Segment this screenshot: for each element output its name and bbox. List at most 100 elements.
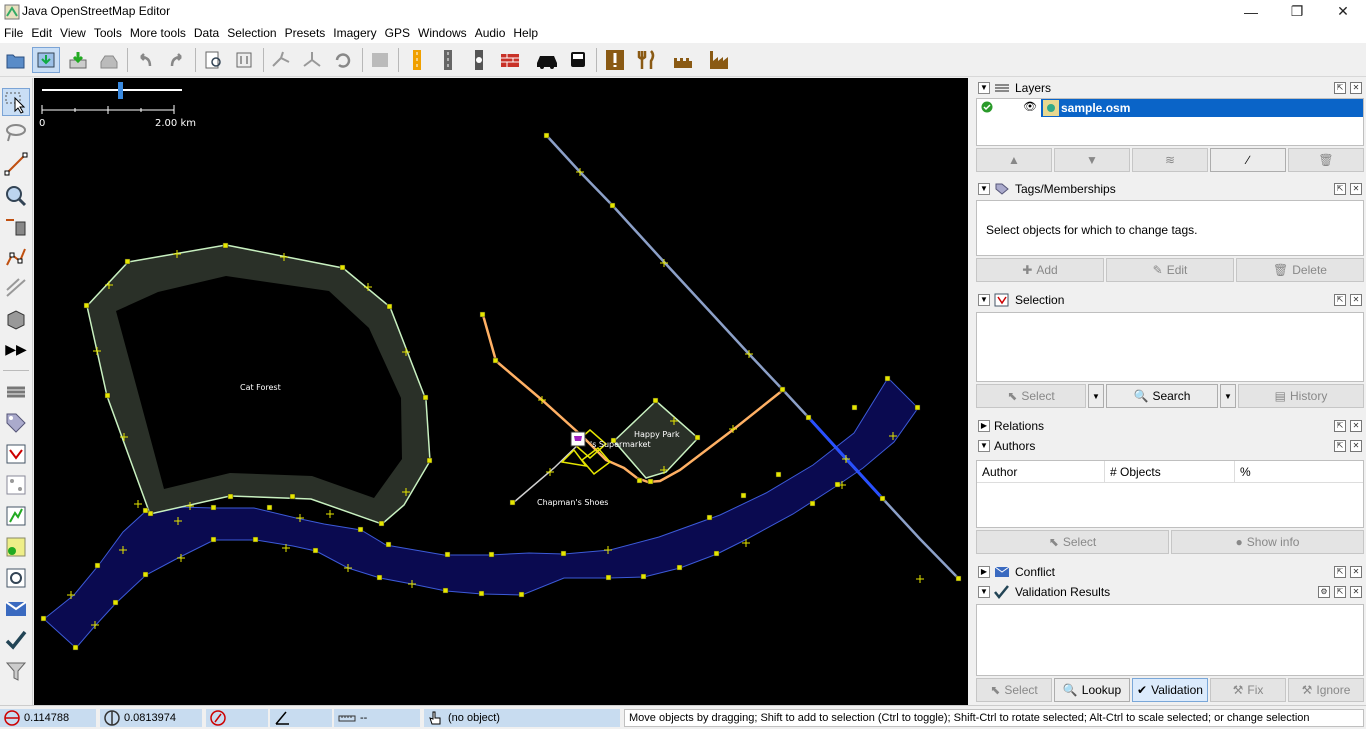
menu-audio[interactable]: Audio xyxy=(471,23,510,43)
collapse-toggle-icon[interactable]: ▼ xyxy=(978,183,990,195)
col-author[interactable]: Author xyxy=(977,461,1105,483)
search-dropdown[interactable]: ▼ xyxy=(1220,384,1236,408)
preset-car-button[interactable] xyxy=(533,47,561,73)
collapse-toggle-icon[interactable]: ▼ xyxy=(978,294,990,306)
validation-list[interactable] xyxy=(976,604,1364,676)
history-button[interactable]: ▤ History xyxy=(1238,384,1364,408)
reverse-way-button[interactable] xyxy=(329,47,357,73)
undo-button[interactable] xyxy=(131,47,159,73)
expand-toggle-icon[interactable]: ▶ xyxy=(978,566,990,578)
detach-icon[interactable]: ⇱ xyxy=(1334,566,1346,578)
toggle-tags-button[interactable] xyxy=(2,409,30,437)
zoom-mode-button[interactable] xyxy=(2,182,30,210)
detach-icon[interactable]: ⇱ xyxy=(1334,420,1346,432)
menu-view[interactable]: View xyxy=(56,23,90,43)
preset-road-button[interactable] xyxy=(434,47,462,73)
toggle-filter-button[interactable] xyxy=(2,564,30,592)
menu-file[interactable]: File xyxy=(0,23,27,43)
visibility-button[interactable]: ∕ xyxy=(1210,148,1286,172)
combine-way-button[interactable] xyxy=(298,47,326,73)
preset-industrial-button[interactable] xyxy=(706,47,734,73)
close-dialog-icon[interactable]: ✕ xyxy=(1350,420,1362,432)
authors-dialog-header[interactable]: ▼ Authors ⇱ ✕ xyxy=(976,436,1364,456)
preferences-button[interactable] xyxy=(230,47,258,73)
supermarket-icon[interactable] xyxy=(570,431,586,447)
zoom-to-data-button[interactable] xyxy=(200,47,228,73)
select-button[interactable]: ⬉ Select xyxy=(976,384,1086,408)
ignore-button[interactable]: ⚒ Ignore xyxy=(1288,678,1364,702)
disabled-tool-button[interactable] xyxy=(366,47,394,73)
relations-dialog-header[interactable]: ▶ Relations ⇱ ✕ xyxy=(976,416,1364,436)
col-objects[interactable]: # Objects xyxy=(1105,461,1235,483)
more-tools-button[interactable]: ▶▶ xyxy=(2,335,30,363)
parallel-way-button[interactable] xyxy=(2,274,30,302)
merge-layer-button[interactable]: ≋ xyxy=(1132,148,1208,172)
selection-dialog-header[interactable]: ▼ Selection ⇱ ✕ xyxy=(976,290,1364,310)
settings-icon[interactable]: ⚙ xyxy=(1318,586,1330,598)
extrude-button[interactable] xyxy=(2,305,30,333)
authors-select-button[interactable]: ⬉ Select xyxy=(976,530,1169,554)
move-down-button[interactable]: ▼ xyxy=(1054,148,1130,172)
close-dialog-icon[interactable]: ✕ xyxy=(1350,183,1362,195)
improve-way-button[interactable] xyxy=(2,243,30,271)
toggle-relations-button[interactable] xyxy=(2,471,30,499)
close-dialog-icon[interactable]: ✕ xyxy=(1350,566,1362,578)
preset-historic-button[interactable] xyxy=(669,47,697,73)
menu-windows[interactable]: Windows xyxy=(414,23,471,43)
close-button[interactable]: ✕ xyxy=(1320,0,1366,23)
tags-dialog-header[interactable]: ▼ Tags/Memberships ⇱ ✕ xyxy=(976,179,1364,199)
map-canvas[interactable] xyxy=(34,78,968,705)
conflict-dialog-header[interactable]: ▶ Conflict ⇱ ✕ xyxy=(976,562,1364,582)
move-up-button[interactable]: ▲ xyxy=(976,148,1052,172)
toggle-changeset-button[interactable] xyxy=(2,533,30,561)
select-mode-button[interactable] xyxy=(2,88,30,116)
menu-tools[interactable]: Tools xyxy=(90,23,126,43)
validation-button[interactable]: ✔ Validation xyxy=(1132,678,1208,702)
detach-icon[interactable]: ⇱ xyxy=(1334,294,1346,306)
toggle-conflict-button[interactable] xyxy=(2,595,30,623)
preset-highway-button[interactable] xyxy=(403,47,431,73)
menu-selection[interactable]: Selection xyxy=(223,23,280,43)
map-view[interactable]: 0 2.00 km Cat Forest Happy Park 's Super… xyxy=(34,78,968,705)
menu-data[interactable]: Data xyxy=(190,23,223,43)
toggle-selection-button[interactable] xyxy=(2,440,30,468)
edit-tag-button[interactable]: ✎ Edit xyxy=(1106,258,1234,282)
preset-barrier-button[interactable] xyxy=(496,47,524,73)
draw-mode-button[interactable] xyxy=(2,150,30,178)
layer-row[interactable]: 👁 sample.osm xyxy=(977,99,1363,117)
close-dialog-icon[interactable]: ✕ xyxy=(1350,586,1362,598)
open-button[interactable] xyxy=(2,47,30,73)
layers-dialog-header[interactable]: ▼ Layers ⇱ ✕ xyxy=(976,78,1364,98)
building-cluster[interactable] xyxy=(560,429,612,476)
fix-button[interactable]: ⚒ Fix xyxy=(1210,678,1286,702)
collapse-toggle-icon[interactable]: ▼ xyxy=(978,440,990,452)
toggle-layers-button[interactable] xyxy=(2,378,30,406)
maximize-button[interactable]: ❐ xyxy=(1274,0,1320,23)
show-info-button[interactable]: ● Show info xyxy=(1171,530,1364,554)
menu-gps[interactable]: GPS xyxy=(381,23,414,43)
preset-bus-button[interactable] xyxy=(564,47,592,73)
update-data-button[interactable] xyxy=(64,47,92,73)
lasso-mode-button[interactable] xyxy=(2,118,30,146)
download-button[interactable] xyxy=(32,47,60,73)
search-button[interactable]: 🔍 Search xyxy=(1106,384,1218,408)
expand-toggle-icon[interactable]: ▶ xyxy=(978,420,990,432)
col-percent[interactable]: % xyxy=(1235,461,1363,483)
visibility-eye-icon[interactable]: 👁 xyxy=(1023,100,1037,113)
menu-presets[interactable]: Presets xyxy=(281,23,330,43)
delete-mode-button[interactable] xyxy=(2,212,30,240)
active-check-icon[interactable] xyxy=(981,101,993,116)
close-dialog-icon[interactable]: ✕ xyxy=(1350,440,1362,452)
detach-icon[interactable]: ⇱ xyxy=(1334,440,1346,452)
collapse-toggle-icon[interactable]: ▼ xyxy=(978,82,990,94)
add-tag-button[interactable]: ✚ Add xyxy=(976,258,1104,282)
delete-tag-button[interactable]: 🗑 Delete xyxy=(1236,258,1364,282)
preset-track-button[interactable] xyxy=(465,47,493,73)
delete-layer-button[interactable]: 🗑 xyxy=(1288,148,1364,172)
toggle-validation-button[interactable] xyxy=(2,626,30,654)
detach-icon[interactable]: ⇱ xyxy=(1334,82,1346,94)
lookup-button[interactable]: 🔍 Lookup xyxy=(1054,678,1130,702)
detach-icon[interactable]: ⇱ xyxy=(1334,586,1346,598)
validation-dialog-header[interactable]: ▼ Validation Results ⚙ ⇱ ✕ xyxy=(976,582,1364,602)
validation-select-button[interactable]: ⬉ Select xyxy=(976,678,1052,702)
